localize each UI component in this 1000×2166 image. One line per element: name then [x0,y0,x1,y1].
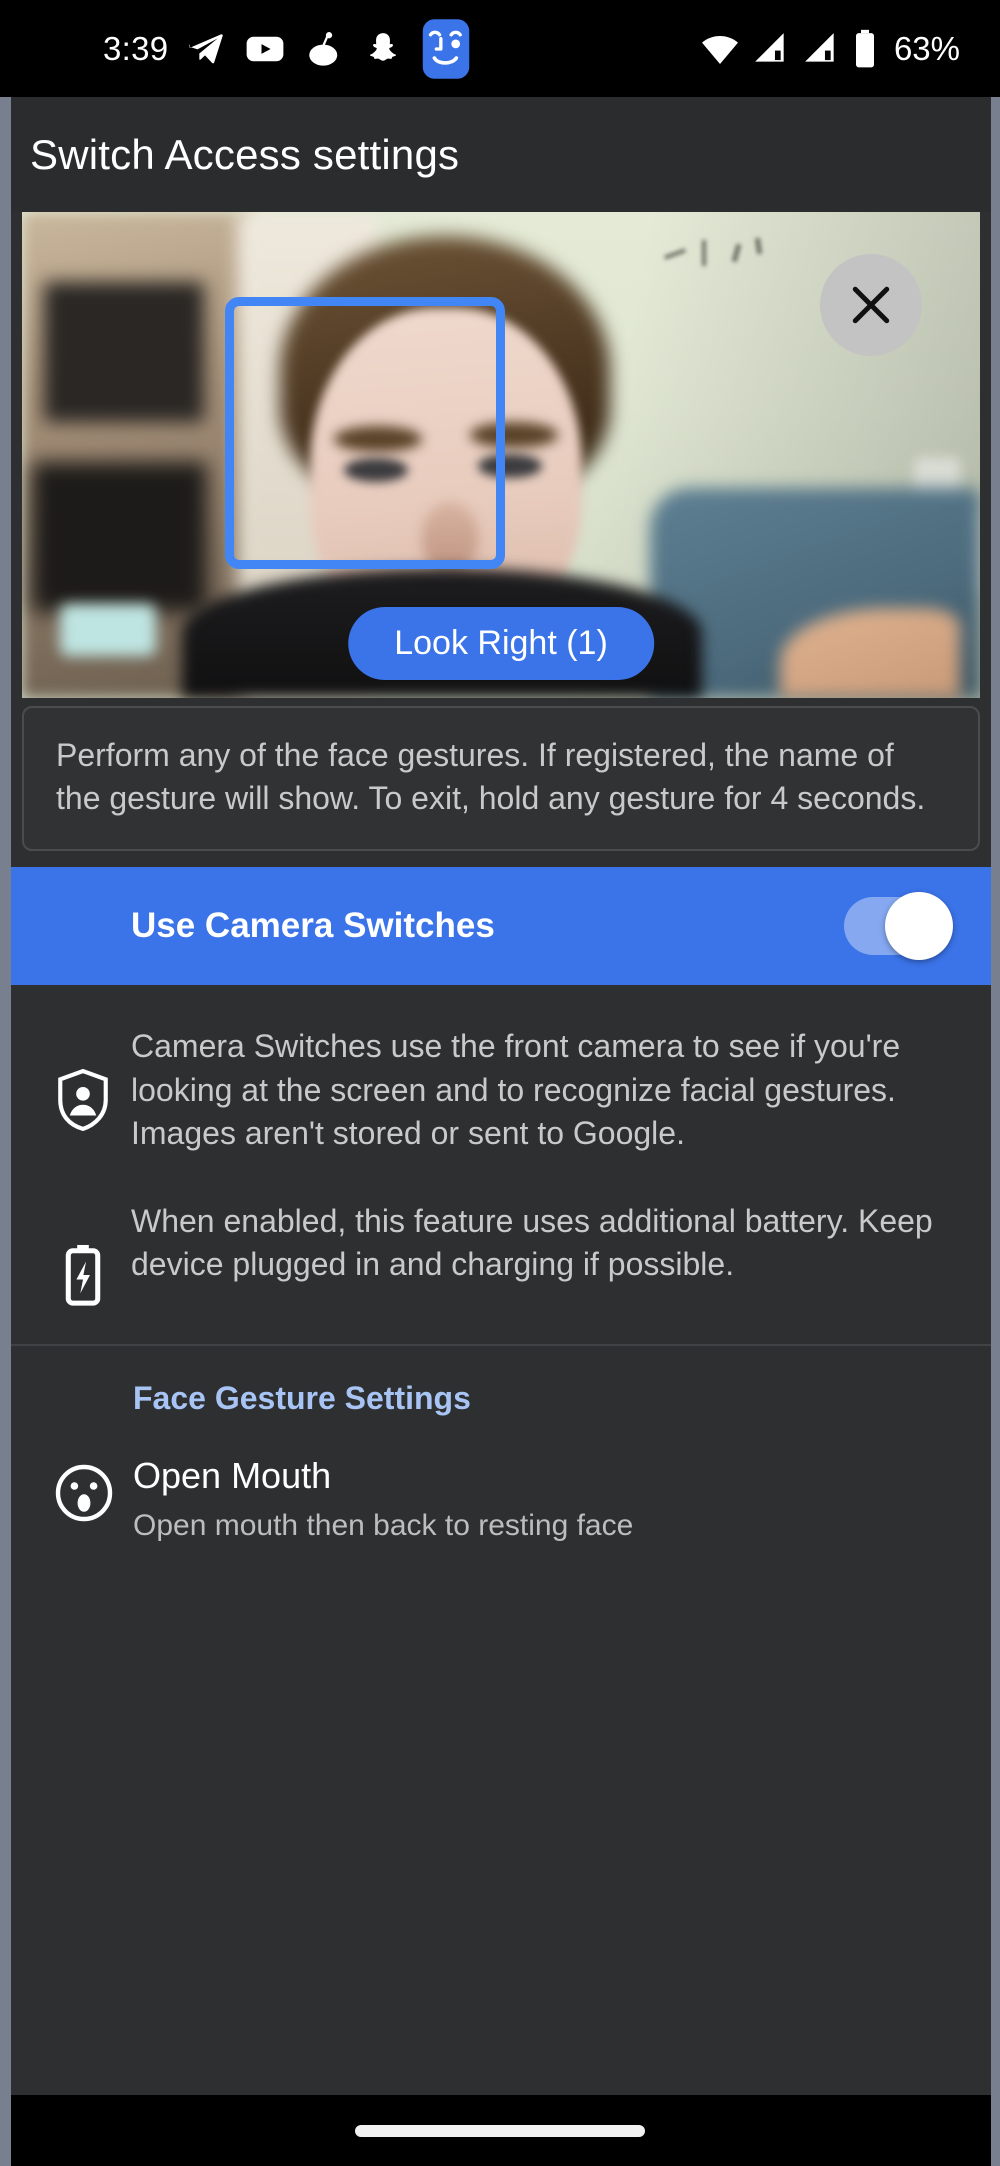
face-gesture-settings-section: Face Gesture Settings [11,1346,991,1447]
status-bar-clock: 3:39 [103,30,168,68]
info-text-privacy: Camera Switches use the front camera to … [131,1025,951,1156]
cellular-signal-icon [752,30,790,68]
detected-gesture-badge: Look Right (1) [348,607,654,680]
camera-switches-face-icon [420,18,472,80]
face-detection-rectangle [225,297,505,569]
gesture-item-subtitle: Open mouth then back to resting face [133,1506,633,1545]
app-title-bar: Switch Access settings [11,97,991,212]
battery-percent-label: 63% [894,30,960,68]
instructions-box: Perform any of the face gestures. If reg… [22,706,980,851]
reddit-icon [304,28,346,70]
info-section: Camera Switches use the front camera to … [11,985,991,1334]
battery-charging-icon [35,1200,131,1306]
instructions-text: Perform any of the face gestures. If reg… [56,734,946,819]
info-row-battery: When enabled, this feature uses addition… [11,1178,991,1328]
background-wall-marks [660,236,780,276]
page-title: Switch Access settings [30,131,459,179]
use-camera-switches-label: Use Camera Switches [131,906,495,946]
snapchat-icon [364,28,402,70]
camera-preview: Look Right (1) [22,212,980,698]
telegram-icon [186,29,226,69]
system-navigation-bar [0,2095,1000,2166]
privacy-shield-icon [35,1025,131,1131]
info-row-privacy: Camera Switches use the front camera to … [11,1003,991,1178]
nav-left-edge [0,2095,11,2166]
use-camera-switches-toggle[interactable] [844,897,949,955]
settings-window: Switch Access settings [0,97,1000,2095]
window-left-edge [0,97,11,2095]
battery-icon [852,29,878,69]
window-right-edge [991,97,1000,2095]
youtube-icon [244,28,286,70]
detected-gesture-label: Look Right (1) [394,624,608,663]
face-gesture-settings-link[interactable]: Face Gesture Settings [133,1380,471,1416]
gesture-item-text: Open Mouth Open mouth then back to resti… [133,1453,633,1545]
cellular-signal-icon [802,30,840,68]
open-mouth-face-icon [35,1453,133,1523]
status-bar: 3:39 [0,0,1000,97]
background-object [60,604,156,656]
background-shelf-shadow [32,462,207,612]
background-shelf-shadow [44,282,204,422]
info-text-battery: When enabled, this feature uses addition… [131,1200,951,1287]
status-bar-left: 3:39 [103,18,472,80]
use-camera-switches-row[interactable]: Use Camera Switches [11,867,991,985]
settings-page: Switch Access settings [11,97,991,2095]
close-icon[interactable] [820,254,922,356]
toggle-thumb [885,892,953,960]
gesture-item-title: Open Mouth [133,1453,633,1498]
home-indicator[interactable] [355,2125,645,2137]
wifi-icon [700,29,740,69]
status-bar-right: 63% [700,29,960,69]
nav-right-edge [991,2095,1000,2166]
gesture-item-open-mouth[interactable]: Open Mouth Open mouth then back to resti… [11,1447,991,1555]
phone-screen: 3:39 [0,0,1000,2166]
